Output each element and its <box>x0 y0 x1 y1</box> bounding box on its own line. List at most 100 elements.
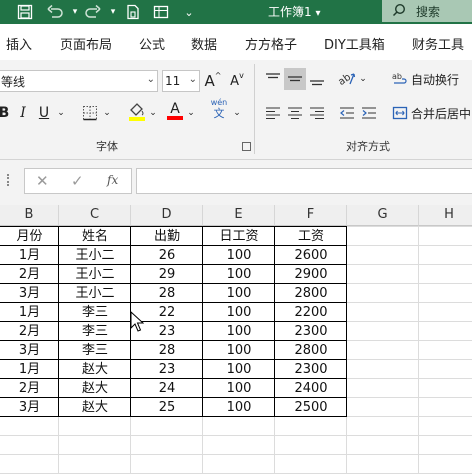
table-cell[interactable]: 李三 <box>59 341 131 360</box>
table-cell[interactable]: 28 <box>131 284 203 303</box>
table-cell[interactable]: 李三 <box>59 322 131 341</box>
column-header-h[interactable]: H <box>419 205 472 226</box>
orientation-dropdown-icon[interactable]: ⌄ <box>358 68 368 90</box>
customize-quick-access-icon[interactable]: ⌄ <box>178 2 200 22</box>
formula-input[interactable] <box>136 168 472 194</box>
table-cell[interactable]: 26 <box>131 246 203 265</box>
underline-button[interactable]: U <box>36 102 52 124</box>
table-cell[interactable]: 28 <box>131 341 203 360</box>
insert-function-icon[interactable]: fx <box>107 173 118 187</box>
decrease-indent-button[interactable] <box>336 102 358 124</box>
table-cell[interactable]: 1月 <box>0 303 59 322</box>
table-cell[interactable]: 2300 <box>275 360 347 379</box>
column-header-c[interactable]: C <box>59 205 131 226</box>
table-cell[interactable]: 100 <box>203 303 275 322</box>
table-cell[interactable]: 2800 <box>275 284 347 303</box>
search-box[interactable]: 搜索 <box>382 0 472 22</box>
table-cell[interactable]: 100 <box>203 379 275 398</box>
table-cell[interactable]: 100 <box>203 265 275 284</box>
redo-icon[interactable] <box>82 2 104 22</box>
table-cell[interactable]: 29 <box>131 265 203 284</box>
table-cell[interactable]: 王小二 <box>59 265 131 284</box>
borders-button[interactable] <box>80 102 100 124</box>
table-cell[interactable]: 3月 <box>0 341 59 360</box>
table-cell[interactable]: 2月 <box>0 379 59 398</box>
table-cell[interactable]: 3月 <box>0 398 59 417</box>
table-cell[interactable]: 24 <box>131 379 203 398</box>
table-cell[interactable]: 100 <box>203 341 275 360</box>
table-cell[interactable]: 2400 <box>275 379 347 398</box>
column-header-f[interactable]: F <box>275 205 347 226</box>
save-icon[interactable] <box>14 2 36 22</box>
table-cell[interactable]: 赵大 <box>59 360 131 379</box>
borders-dropdown-icon[interactable]: ⌄ <box>102 102 112 124</box>
table-cell[interactable]: 2300 <box>275 322 347 341</box>
table-cell[interactable]: 2月 <box>0 265 59 284</box>
tab-insert[interactable]: 插入 <box>6 34 32 53</box>
table-cell[interactable]: 2月 <box>0 322 59 341</box>
clipboard-doc-icon[interactable] <box>122 2 144 22</box>
table-cell[interactable]: 23 <box>131 360 203 379</box>
fill-color-button[interactable] <box>126 100 148 122</box>
table-cell[interactable]: 赵大 <box>59 398 131 417</box>
table-cell[interactable]: 王小二 <box>59 246 131 265</box>
cancel-icon[interactable]: ✕ <box>36 172 49 190</box>
table-header-cell[interactable]: 工资 <box>275 227 347 246</box>
table-header-cell[interactable]: 月份 <box>0 227 59 246</box>
increase-indent-button[interactable] <box>358 102 380 124</box>
table-cell[interactable]: 2600 <box>275 246 347 265</box>
tab-formulas[interactable]: 公式 <box>139 34 165 53</box>
column-header-d[interactable]: D <box>131 205 203 226</box>
tab-data[interactable]: 数据 <box>191 34 217 53</box>
table-cell[interactable]: 2800 <box>275 341 347 360</box>
italic-button[interactable]: I <box>16 102 30 124</box>
tab-diy-toolbox[interactable]: DIY工具箱 <box>324 34 385 53</box>
redo-dropdown-icon[interactable]: ▾ <box>102 2 124 22</box>
grow-font-button[interactable]: A ^ <box>204 70 222 92</box>
table-cell[interactable]: 100 <box>203 284 275 303</box>
align-center-button[interactable] <box>284 102 306 124</box>
table-cell[interactable]: 2500 <box>275 398 347 417</box>
table-cell[interactable]: 王小二 <box>59 284 131 303</box>
table-cell[interactable]: 100 <box>203 246 275 265</box>
drag-handle-icon[interactable] <box>7 174 9 186</box>
underline-dropdown-icon[interactable]: ⌄ <box>56 102 66 124</box>
orientation-button[interactable]: ab <box>336 68 358 90</box>
shrink-font-button[interactable]: Av <box>228 70 246 92</box>
tab-page-layout[interactable]: 页面布局 <box>60 34 112 53</box>
undo-icon[interactable] <box>44 2 66 22</box>
table-cell[interactable]: 李三 <box>59 303 131 322</box>
table-cell[interactable]: 2200 <box>275 303 347 322</box>
font-color-button[interactable]: A <box>164 100 186 122</box>
align-top-button[interactable] <box>262 68 284 90</box>
column-header-e[interactable]: E <box>203 205 275 226</box>
table-cell[interactable]: 赵大 <box>59 379 131 398</box>
phonetic-dropdown-icon[interactable]: ⌄ <box>232 102 242 124</box>
sheet-icon[interactable] <box>150 2 172 22</box>
font-color-dropdown-icon[interactable]: ⌄ <box>186 102 196 124</box>
table-cell[interactable]: 25 <box>131 398 203 417</box>
font-name-select[interactable]: 等线 ⌄ <box>0 70 158 92</box>
table-header-cell[interactable]: 姓名 <box>59 227 131 246</box>
font-dialog-launcher-icon[interactable] <box>242 142 251 151</box>
table-header-cell[interactable]: 日工资 <box>203 227 275 246</box>
merge-center-button[interactable]: 合并后居中 <box>392 102 472 124</box>
table-cell[interactable]: 1月 <box>0 360 59 379</box>
column-header-g[interactable]: G <box>347 205 419 226</box>
bold-button[interactable]: B <box>0 102 10 124</box>
tab-fangfang-grid[interactable]: 方方格子 <box>245 34 297 53</box>
align-right-button[interactable] <box>306 102 328 124</box>
table-cell[interactable]: 1月 <box>0 246 59 265</box>
wrap-text-button[interactable]: ab 自动换行 <box>392 68 472 90</box>
column-header-b[interactable]: B <box>0 205 59 226</box>
align-bottom-button[interactable] <box>306 68 328 90</box>
phonetic-button[interactable]: wén 文 <box>206 98 232 120</box>
worksheet-grid[interactable]: 月份 姓名 出勤 日工资 工资 1月 王小二 26 100 2600 2月 王小二 29 100 2900 3… <box>0 226 472 474</box>
table-cell[interactable]: 3月 <box>0 284 59 303</box>
table-cell[interactable]: 100 <box>203 398 275 417</box>
table-cell[interactable]: 2900 <box>275 265 347 284</box>
font-size-select[interactable]: 11 ⌄ <box>162 70 200 92</box>
confirm-icon[interactable]: ✓ <box>71 172 84 190</box>
align-left-button[interactable] <box>262 102 284 124</box>
table-cell[interactable]: 100 <box>203 322 275 341</box>
